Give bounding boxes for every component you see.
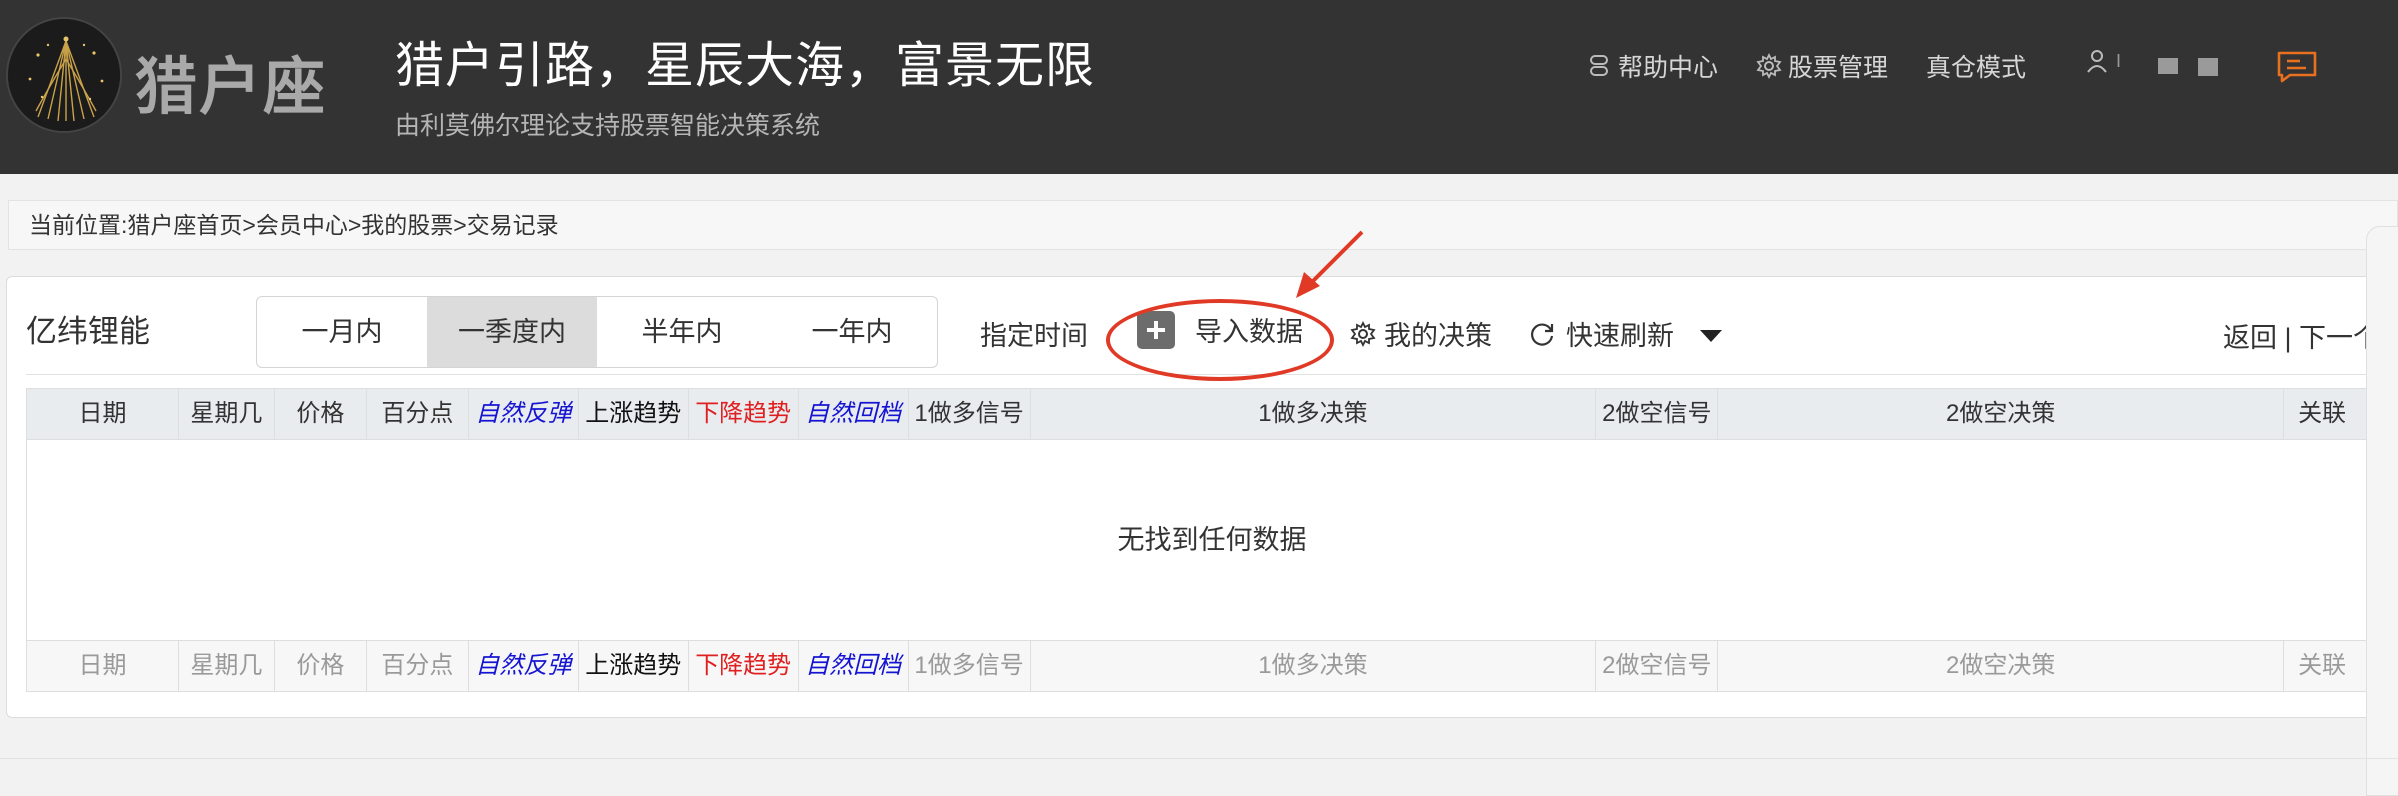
col-footer-natural-pullback: 自然回档 <box>799 641 909 691</box>
col-header-date[interactable]: 日期 <box>27 389 179 439</box>
col-header-short-signal[interactable]: 2做空信号 <box>1596 389 1719 439</box>
period-selector: 一月内 一季度内 半年内 一年内 <box>256 296 938 368</box>
top-header: 猎户座 猎户引路，星辰大海，富景无限 由利莫佛尔理论支持股票智能决策系统 帮助中… <box>0 0 2398 174</box>
import-data-label: 导入数据 <box>1195 317 1303 347</box>
gear-icon <box>1350 320 1376 347</box>
quick-refresh-button[interactable]: 快速刷新 <box>1528 314 1674 353</box>
col-footer-weekday: 星期几 <box>179 641 275 691</box>
user-menu[interactable]: I <box>2086 48 2121 74</box>
stock-name: 亿纬锂能 <box>26 314 150 349</box>
col-footer-natural-rebound: 自然反弹 <box>469 641 579 691</box>
logo-icon[interactable] <box>6 17 122 133</box>
back-next-nav[interactable]: 返回 | 下一个 <box>2223 316 2380 355</box>
user-icon <box>2087 50 2107 73</box>
redacted-block <box>2198 58 2218 76</box>
import-data-button[interactable]: 导入数据 <box>1137 310 1303 349</box>
help-center-label: 帮助中心 <box>1618 54 1719 82</box>
col-header-uptrend[interactable]: 上涨趋势 <box>579 389 689 439</box>
divider <box>26 374 2398 375</box>
real-mode-label: 真仓模式 <box>1926 54 2027 82</box>
period-1-month[interactable]: 一月内 <box>257 297 427 367</box>
my-decision-button[interactable]: 我的决策 <box>1350 314 1492 353</box>
col-footer-price: 价格 <box>275 641 367 691</box>
col-footer-uptrend: 上涨趋势 <box>579 641 689 691</box>
help-icon <box>1590 55 1608 76</box>
col-footer-long-signal: 1做多信号 <box>909 641 1031 691</box>
col-footer-long-decision: 1做多决策 <box>1031 641 1597 691</box>
gear-icon <box>1756 53 1782 79</box>
real-mode-link[interactable]: 真仓模式 <box>1926 48 2026 84</box>
col-header-long-decision[interactable]: 1做多决策 <box>1031 389 1597 439</box>
table-header-row: 日期 星期几 价格 百分点 自然反弹 上涨趋势 下降趋势 自然回档 1做多信号 … <box>27 388 2398 440</box>
col-header-percent[interactable]: 百分点 <box>367 389 469 439</box>
col-header-natural-rebound[interactable]: 自然反弹 <box>469 389 579 439</box>
breadcrumb: 当前位置:猎户座首页>会员中心>我的股票>交易记录 <box>8 200 2398 250</box>
col-footer-percent: 百分点 <box>367 641 469 691</box>
col-header-weekday[interactable]: 星期几 <box>179 389 275 439</box>
period-half-year[interactable]: 半年内 <box>597 297 767 367</box>
period-1-year[interactable]: 一年内 <box>767 297 937 367</box>
table-footer-row: 日期 星期几 价格 百分点 自然反弹 上涨趋势 下降趋势 自然回档 1做多信号 … <box>27 640 2398 692</box>
logo-text[interactable]: 猎户座 <box>135 36 327 126</box>
col-header-price[interactable]: 价格 <box>275 389 367 439</box>
help-center-link[interactable]: 帮助中心 <box>1588 48 1718 84</box>
message-icon[interactable] <box>2276 50 2318 89</box>
col-footer-short-decision: 2做空决策 <box>1718 641 2285 691</box>
plus-icon <box>1137 310 1175 349</box>
side-drawer-handle[interactable] <box>2366 226 2398 796</box>
my-decision-label: 我的决策 <box>1384 321 1492 351</box>
site-slogan: 猎户引路，星辰大海，富景无限 <box>395 39 1096 93</box>
stock-manage-link[interactable]: 股票管理 <box>1756 48 1888 84</box>
user-name: I <box>2116 50 2122 71</box>
col-footer-downtrend: 下降趋势 <box>689 641 799 691</box>
custom-time-button[interactable]: 指定时间 <box>980 314 1088 353</box>
period-1-quarter[interactable]: 一季度内 <box>427 297 597 367</box>
quick-refresh-label: 快速刷新 <box>1566 321 1674 351</box>
col-footer-short-signal: 2做空信号 <box>1596 641 1719 691</box>
bottom-divider <box>0 758 2398 759</box>
dropdown-caret-icon[interactable] <box>1700 330 1722 342</box>
redacted-block <box>2158 58 2178 74</box>
col-header-long-signal[interactable]: 1做多信号 <box>909 389 1031 439</box>
col-header-downtrend[interactable]: 下降趋势 <box>689 389 799 439</box>
col-footer-date: 日期 <box>27 641 179 691</box>
col-header-short-decision[interactable]: 2做空决策 <box>1718 389 2285 439</box>
stock-manage-label: 股票管理 <box>1788 54 1889 82</box>
col-header-natural-pullback[interactable]: 自然回档 <box>799 389 909 439</box>
refresh-icon <box>1531 322 1554 346</box>
site-subtitle: 由利莫佛尔理论支持股票智能决策系统 <box>395 112 821 140</box>
trade-record-table: 日期 星期几 价格 百分点 自然反弹 上涨趋势 下降趋势 自然回档 1做多信号 … <box>26 388 2398 692</box>
empty-message: 无找到任何数据 <box>27 440 2398 640</box>
